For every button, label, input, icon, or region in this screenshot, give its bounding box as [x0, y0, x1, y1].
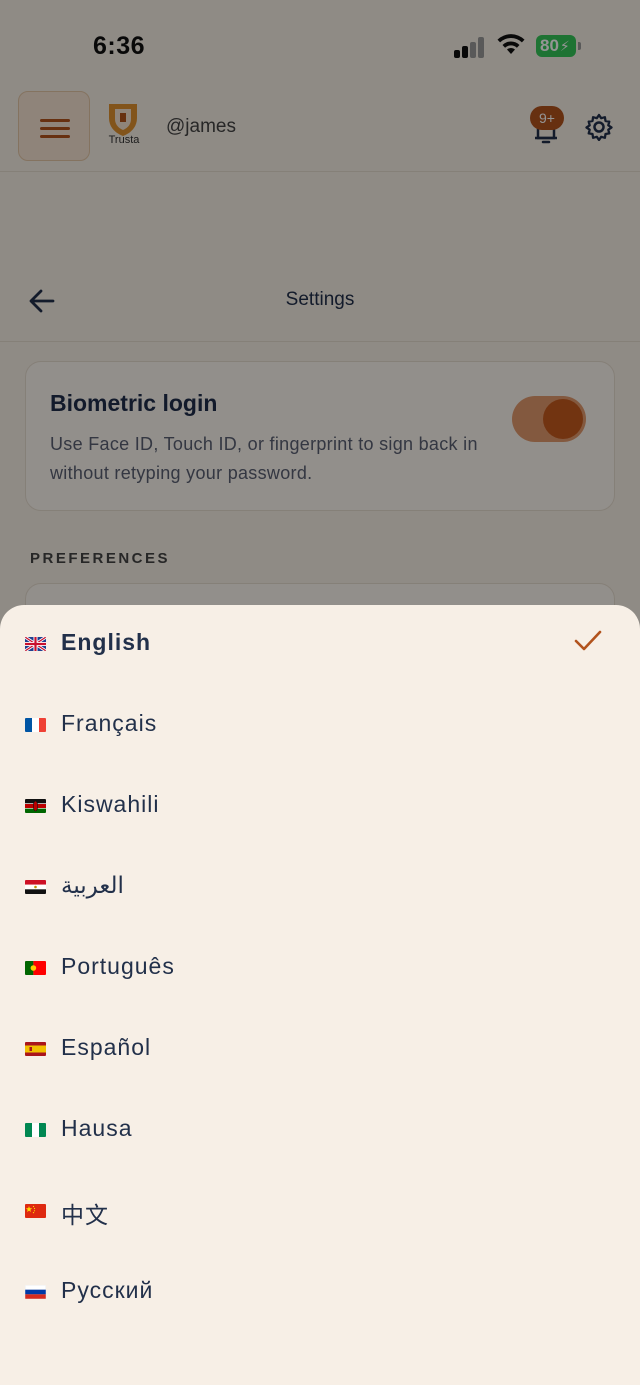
language-option-portuguese[interactable]: Português [0, 929, 640, 1010]
language-label: Español [61, 1034, 152, 1060]
language-option-arabic[interactable]: العربية [0, 848, 640, 929]
nigeria-flag-icon [25, 1123, 46, 1137]
language-label: Português [61, 953, 175, 979]
language-option-spanish[interactable]: Español [0, 1010, 640, 1091]
language-option-russian[interactable]: Русский [0, 1253, 640, 1334]
language-picker-sheet: English Français Kiswahili العربية Portu… [0, 605, 640, 1385]
language-label: English [61, 629, 152, 655]
language-label: Français [61, 710, 158, 736]
china-flag-icon [25, 1204, 46, 1218]
egypt-flag-icon [25, 880, 46, 894]
language-option-english[interactable]: English [0, 605, 640, 686]
language-label: 中文 [61, 1202, 109, 1228]
uk-flag-icon [25, 637, 46, 651]
kenya-flag-icon [25, 799, 46, 813]
language-label: Kiswahili [61, 791, 160, 817]
language-option-kiswahili[interactable]: Kiswahili [0, 767, 640, 848]
france-flag-icon [25, 718, 46, 732]
checkmark-icon [574, 630, 602, 651]
language-label: Hausa [61, 1115, 133, 1141]
russia-flag-icon [25, 1285, 46, 1299]
language-label: Русский [61, 1277, 154, 1303]
language-option-chinese[interactable]: 中文 [0, 1172, 640, 1253]
language-option-french[interactable]: Français [0, 686, 640, 767]
language-option-hausa[interactable]: Hausa [0, 1091, 640, 1172]
portugal-flag-icon [25, 961, 46, 975]
spain-flag-icon [25, 1042, 46, 1056]
language-label: العربية [61, 872, 124, 898]
